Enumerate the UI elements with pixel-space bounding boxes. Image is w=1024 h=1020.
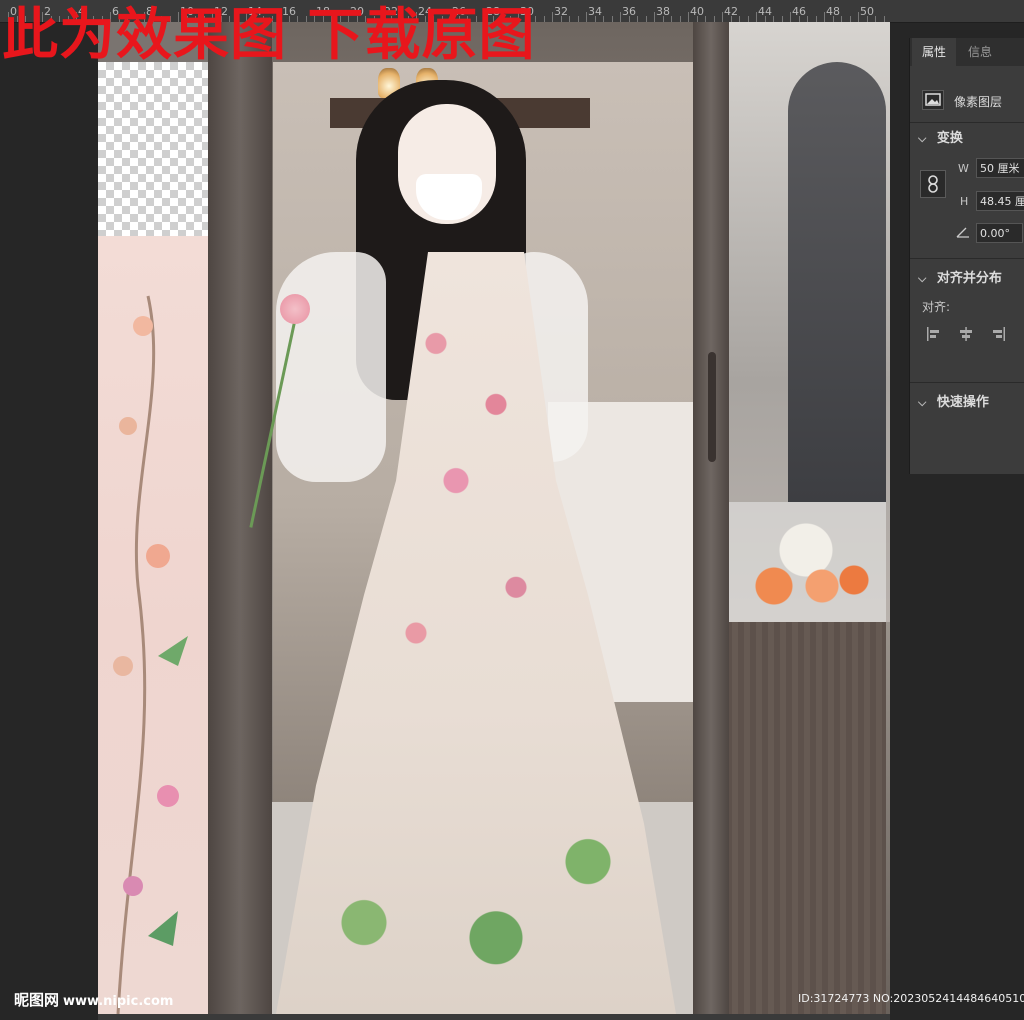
layer-type-label: 像素图层 [954,95,1003,109]
transform-section-header[interactable]: ⌵ 变换 [918,127,963,146]
transparency-checker [98,62,208,236]
door-handle [708,352,716,462]
chevron-down-icon: ⌵ [918,132,927,145]
window-arch [788,62,886,502]
dress-sleeve-left [276,252,386,482]
tab-properties[interactable]: 属性 [912,38,957,66]
align-section-header[interactable]: ⌵ 对齐并分布 [918,267,1002,286]
divider [910,258,1024,259]
width-field[interactable]: 50 厘米 [976,158,1024,178]
ruler-tick [552,12,553,22]
logo-url: www.nipic.com [63,994,174,1009]
align-center-h-icon[interactable] [958,326,974,345]
quick-actions-section-header[interactable]: ⌵ 快速操作 [918,391,989,410]
ruler-tick [722,12,723,22]
ruler-tick [620,12,621,22]
transform-title: 变换 [936,131,963,146]
panel-tabs: 属性 信息 [910,38,1024,66]
fabric-pattern-strip [98,236,208,1014]
door-frame-right [693,22,729,1014]
flower-display [726,502,886,622]
ruler-tick [654,12,655,22]
quick-actions-title: 快速操作 [936,395,989,410]
height-field[interactable]: 48.45 厘米 [976,191,1024,211]
ruler-tick [688,12,689,22]
ruler-tick [824,12,825,22]
divider [910,382,1024,383]
align-title: 对齐并分布 [936,271,1002,286]
width-label: W [958,162,969,175]
site-logo: 昵图网 www.nipic.com [14,989,173,1010]
logo-text: 昵图网 [14,991,60,1009]
ruler-tick [858,12,859,22]
tab-info[interactable]: 信息 [958,38,1002,66]
divider [910,122,1024,123]
wooden-cabinet [726,622,886,1014]
angle-icon [956,226,970,241]
height-label: H [960,195,969,208]
image-icon [922,90,944,110]
door-frame-left [208,22,272,1014]
chevron-down-icon: ⌵ [918,396,927,409]
ruler-tick [756,12,757,22]
image-id-line: ID:31724773 NO:20230524144846405104 [798,992,1024,1005]
link-icon[interactable] [920,170,946,198]
watermark-banner: 此为效果图 下载原图 [2,3,536,68]
floral-pattern-icon [113,295,188,1014]
document-canvas[interactable] [98,22,890,1014]
ruler-tick [790,12,791,22]
chevron-down-icon: ⌵ [918,272,927,285]
angle-field[interactable]: 0.00° [976,223,1023,243]
align-right-icon[interactable] [990,326,1006,345]
align-left-icon[interactable] [926,326,942,345]
align-sublabel: 对齐: [922,300,951,314]
properties-panel: 属性 信息 像素图层 ⌵ 变换 W 50 厘米 H 48.45 厘米 0.00°… [909,38,1024,474]
rose-flower-icon [280,294,310,324]
horizontal-scrollbar[interactable] [98,1014,890,1020]
ruler-tick [586,12,587,22]
